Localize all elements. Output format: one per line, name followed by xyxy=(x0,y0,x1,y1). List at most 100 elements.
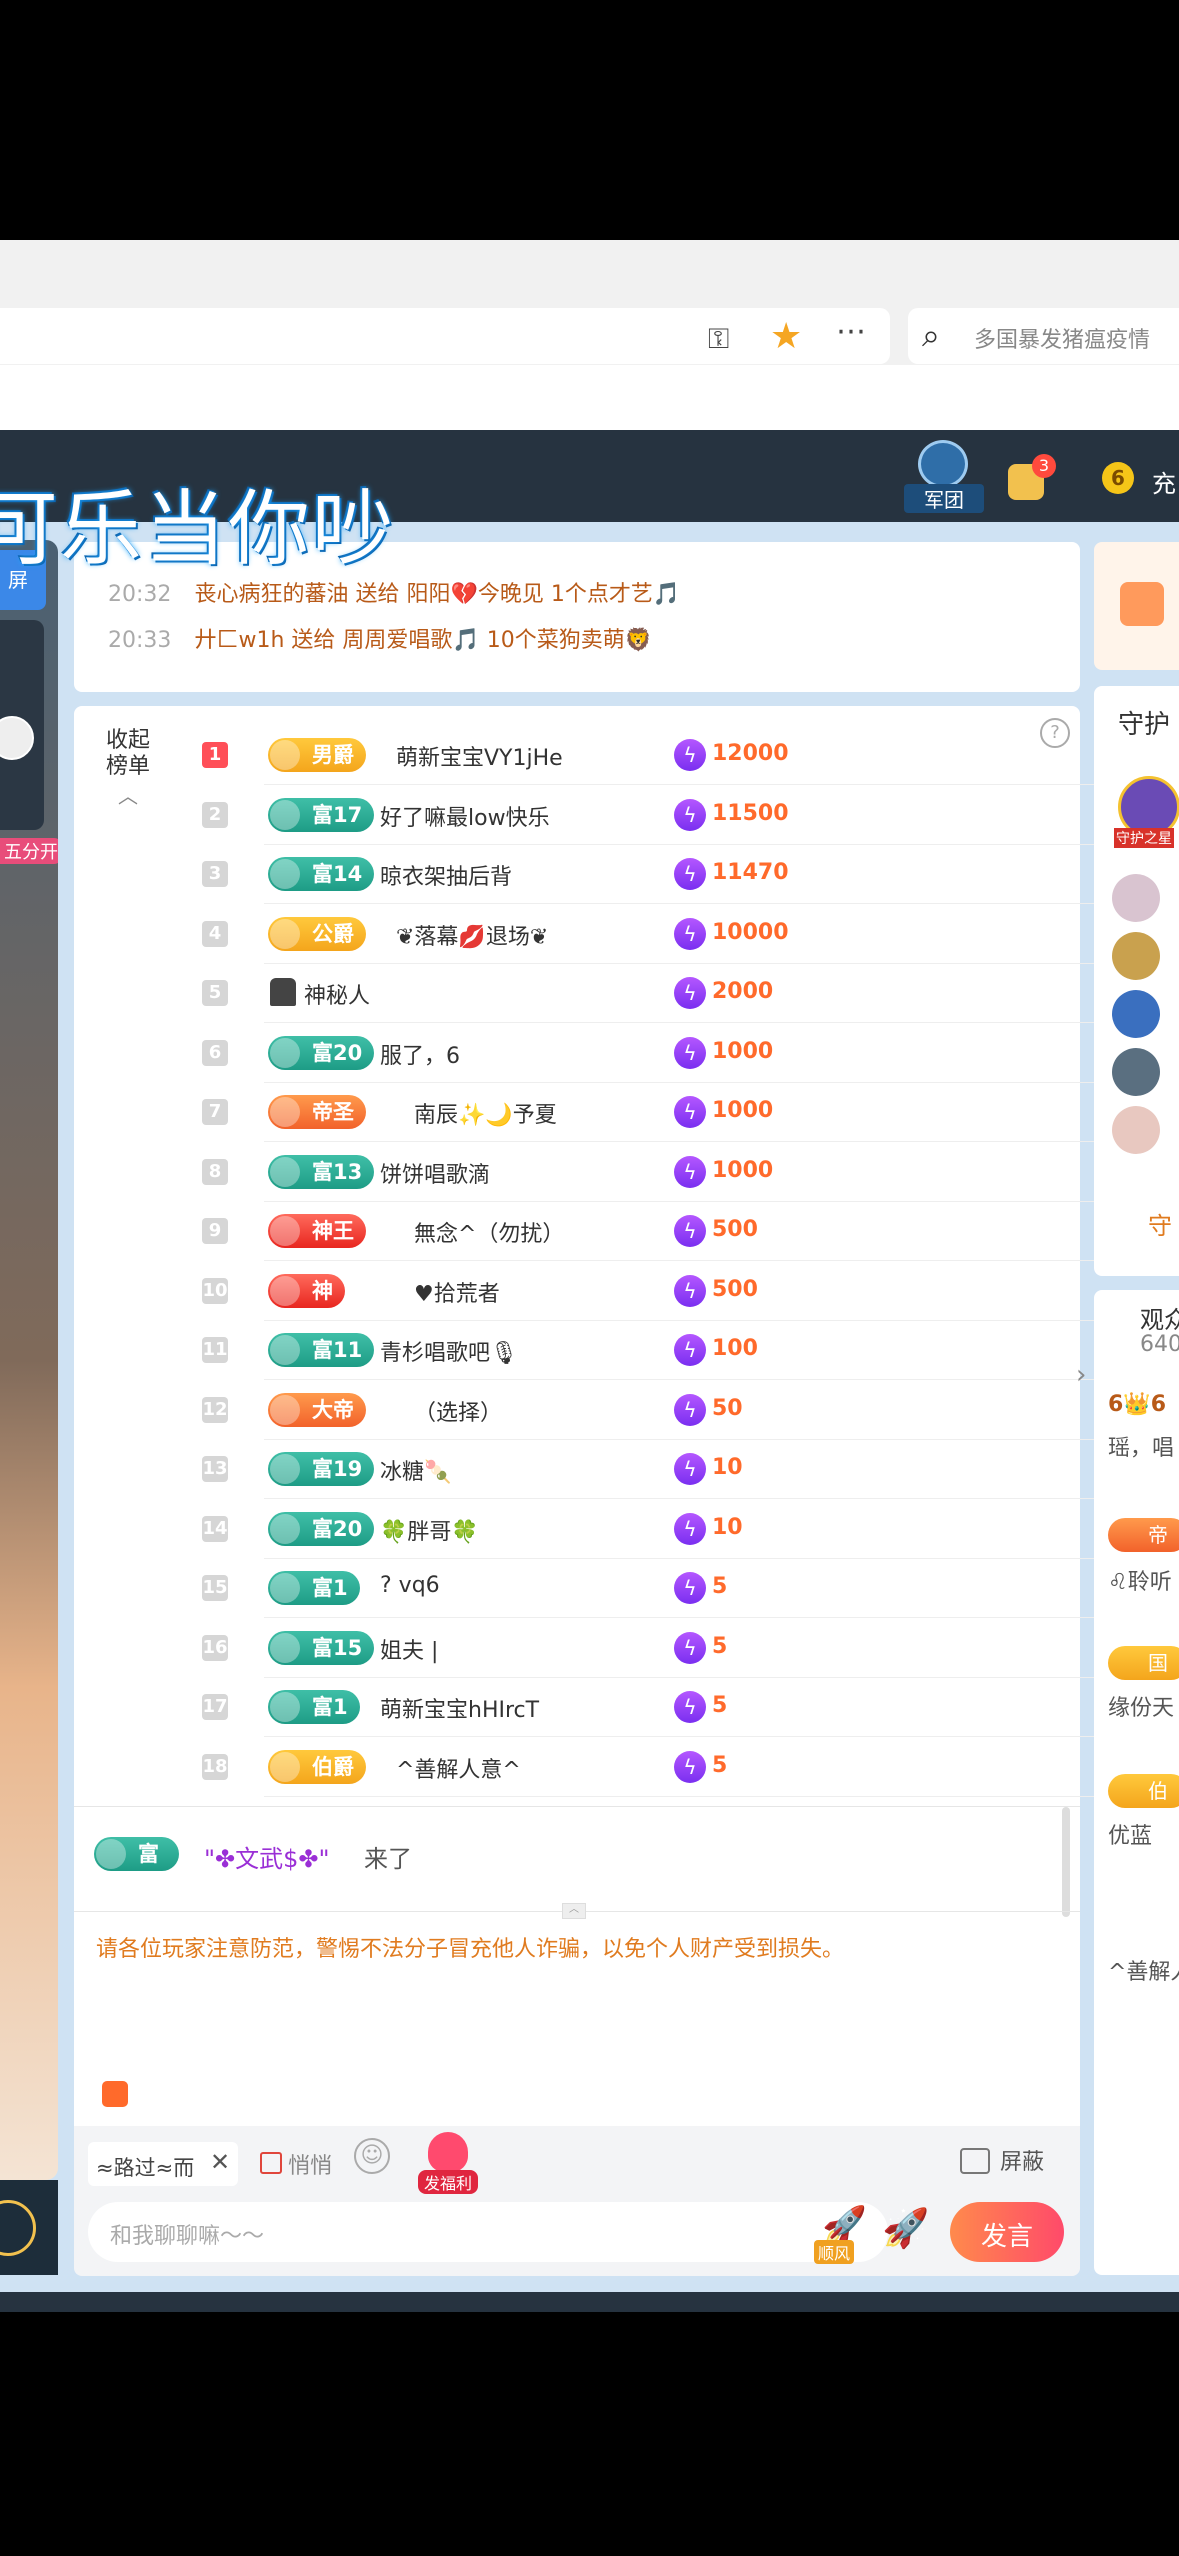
lightning-icon: ϟ xyxy=(674,1453,706,1485)
rank-row[interactable]: 11 富11 青杉唱歌吧🎙 ϟ 100 xyxy=(74,1321,1119,1380)
rank-row[interactable]: 9 神王 無念^（勿扰） ϟ 500 xyxy=(74,1202,1119,1261)
side-card[interactable] xyxy=(0,620,44,830)
rank-username[interactable]: 冰糖🍡 xyxy=(380,1454,451,1486)
level-badge: 神王 xyxy=(268,1214,366,1248)
lightning-icon: ϟ xyxy=(674,1096,706,1128)
send-label: 发言 xyxy=(980,2222,1033,2252)
rank-row[interactable]: 12 大帝 （选择） ϟ 50 xyxy=(74,1381,1119,1440)
badge-label: 男爵 xyxy=(312,743,354,767)
rank-username[interactable]: 萌新宝宝VY1jHe xyxy=(396,740,563,772)
lightning-icon: ϟ xyxy=(674,1334,706,1366)
rank-username[interactable]: 青杉唱歌吧🎙 xyxy=(380,1335,518,1367)
rank-username[interactable]: 神秘人 xyxy=(304,978,370,1010)
badge-label: 富11 xyxy=(312,1338,363,1362)
rank-row[interactable]: 6 富20 服了，6 ϟ 1000 xyxy=(74,1024,1119,1083)
rank-row[interactable]: 1 男爵 萌新宝宝VY1jHe ϟ 12000 xyxy=(74,726,1119,785)
guard-more-link[interactable]: 守 xyxy=(1148,1206,1172,1241)
rank-row[interactable]: 8 富13 饼饼唱歌滴 ϟ 1000 xyxy=(74,1143,1119,1202)
announcement-icon[interactable] xyxy=(102,2081,128,2107)
emoji-icon[interactable]: ☺ xyxy=(354,2138,390,2174)
badge-label: 富1 xyxy=(312,1695,348,1719)
guard-avatar[interactable] xyxy=(1112,990,1160,1038)
rank-username[interactable]: （选择） xyxy=(414,1395,502,1427)
rank-username[interactable]: 無念^（勿扰） xyxy=(414,1216,564,1248)
level-badge: 富20 xyxy=(268,1035,375,1070)
rank-row[interactable]: 5 神秘人 ϟ 2000 xyxy=(74,964,1119,1023)
search-input[interactable]: 多国暴发猪瘟疫情 xyxy=(974,322,1150,354)
rank-row[interactable]: 16 富15 姐夫 | ϟ 5 xyxy=(74,1619,1119,1678)
chat-area: 富12 "✤文武$✤" 来了 ︿ 请各位玩家注意防范，警惕不法分子冒充他人诈骗，… xyxy=(74,1806,1080,2127)
block-icon xyxy=(960,2148,990,2174)
chat-scrollbar[interactable] xyxy=(1062,1807,1070,1917)
lucky-bag-label: 发福利 xyxy=(418,2170,478,2194)
guard-avatar[interactable] xyxy=(1112,1048,1160,1096)
target-user-chip[interactable]: ≈路过≈而 ✕ xyxy=(88,2142,238,2186)
audience-badge: 国 xyxy=(1108,1646,1179,1680)
rank-row[interactable]: 18 伯爵 ^善解人意^ ϟ 5 xyxy=(74,1738,1119,1797)
browser-search-box[interactable]: ⌕ 多国暴发猪瘟疫情 xyxy=(908,308,1179,364)
rank-username[interactable]: 服了，6 xyxy=(380,1038,460,1070)
rank-row[interactable]: 3 富14 晾衣架抽后背 ϟ 11470 xyxy=(74,845,1119,904)
rank-username[interactable]: 萌新宝宝hHIrcT xyxy=(380,1692,539,1724)
chat-expand-handle[interactable]: ︿ xyxy=(562,1903,586,1919)
badge-label: 富17 xyxy=(312,802,363,827)
chat-input-placeholder: 和我聊聊嘛～～ xyxy=(110,2224,265,2249)
legion-button[interactable]: 军团 xyxy=(904,440,984,513)
rank-username[interactable]: 🍀胖哥🍀 xyxy=(380,1514,479,1546)
rocket-button[interactable]: 🚀 顺风 xyxy=(814,2204,868,2264)
rank-username[interactable]: 姐夫 | xyxy=(380,1633,438,1665)
rank-username[interactable]: ? vq6 xyxy=(380,1573,440,1598)
chat-input[interactable]: 和我聊聊嘛～～ xyxy=(88,2202,888,2262)
guard-avatar[interactable] xyxy=(1112,874,1160,922)
rank-row[interactable]: 7 帝圣 南辰✨🌙予夏 ϟ 1000 xyxy=(74,1083,1119,1142)
badge-label: 富15 xyxy=(312,1635,363,1660)
recharge-button[interactable]: 6 充 xyxy=(1100,460,1179,500)
live-video[interactable]: 屏 五分开 xyxy=(0,540,58,2180)
address-bar[interactable]: ⚿ ★ ⋯ xyxy=(0,308,890,364)
rank-username[interactable]: ^善解人意^ xyxy=(396,1752,521,1784)
audience-chat-snippet: 6👑6 xyxy=(1108,1392,1167,1417)
video-round-button[interactable] xyxy=(0,2200,36,2256)
rank-row[interactable]: 2 富17 好了嘛最low快乐 ϟ 11500 xyxy=(74,786,1119,845)
more-menu-icon[interactable]: ⋯ xyxy=(836,314,866,349)
rank-username[interactable]: 南辰✨🌙予夏 xyxy=(414,1097,557,1129)
lightning-icon: ϟ xyxy=(674,1393,706,1426)
contribution-amount: 10 xyxy=(712,1455,743,1480)
rank-row[interactable]: 15 富1 ? vq6 ϟ 5 xyxy=(74,1559,1119,1618)
audience-chat-snippet: ^善解人 xyxy=(1108,1960,1179,1985)
badge-level-icon xyxy=(270,859,300,889)
rank-username[interactable]: ♥拾荒者 xyxy=(414,1276,500,1308)
close-icon[interactable]: ✕ xyxy=(210,2148,230,2176)
rank-row[interactable]: 17 富1 萌新宝宝hHIrcT ϟ 5 xyxy=(74,1678,1119,1737)
send-button[interactable]: 发言 xyxy=(950,2202,1064,2262)
level-badge: 帝圣 xyxy=(268,1095,366,1129)
guard-avatar[interactable] xyxy=(1112,932,1160,980)
lucky-bag-button[interactable]: 发福利 xyxy=(418,2132,478,2194)
sign-in-card[interactable] xyxy=(1094,542,1179,670)
badge-label: 富20 xyxy=(312,1516,363,1541)
rank-username[interactable]: 好了嘛最low快乐 xyxy=(380,800,550,832)
favorite-star-icon[interactable]: ★ xyxy=(770,316,802,357)
rank-row[interactable]: 10 神 ♥拾荒者 ϟ 500 xyxy=(74,1262,1119,1321)
rank-row[interactable]: 13 富19 冰糖🍡 ϟ 10 xyxy=(74,1440,1119,1499)
bag-button[interactable]: 3 xyxy=(1008,454,1056,504)
rank-username[interactable]: 饼饼唱歌滴 xyxy=(380,1157,490,1189)
whisper-label: 悄悄 xyxy=(288,2154,333,2179)
rocket-launch-icon[interactable]: 🚀 xyxy=(882,2206,929,2251)
guard-star[interactable]: 守护之星 xyxy=(1114,776,1179,856)
badge-label: 帝圣 xyxy=(312,1100,354,1124)
contribution-amount: 100 xyxy=(712,1336,758,1361)
key-icon[interactable]: ⚿ xyxy=(708,322,729,356)
badge-label: 富20 xyxy=(312,1040,363,1065)
guard-avatar[interactable] xyxy=(1112,1106,1160,1154)
chevron-right-icon[interactable]: › xyxy=(1076,1360,1086,1390)
rank-username[interactable]: 晾衣架抽后背 xyxy=(380,859,512,891)
lightning-icon: ϟ xyxy=(674,798,706,831)
rank-username[interactable]: ❦落幕💋退场❦ xyxy=(396,919,548,951)
rank-row[interactable]: 4 公爵 ❦落幕💋退场❦ ϟ 10000 xyxy=(74,905,1119,964)
chat-username[interactable]: "✤文武$✤" xyxy=(204,1839,330,1874)
streamer-title: 可乐当你吵 xyxy=(0,482,397,577)
lightning-icon: ϟ xyxy=(674,1631,706,1664)
promo-label: 五分开 xyxy=(0,838,58,864)
rank-row[interactable]: 14 富20 🍀胖哥🍀 ϟ 10 xyxy=(74,1500,1119,1559)
